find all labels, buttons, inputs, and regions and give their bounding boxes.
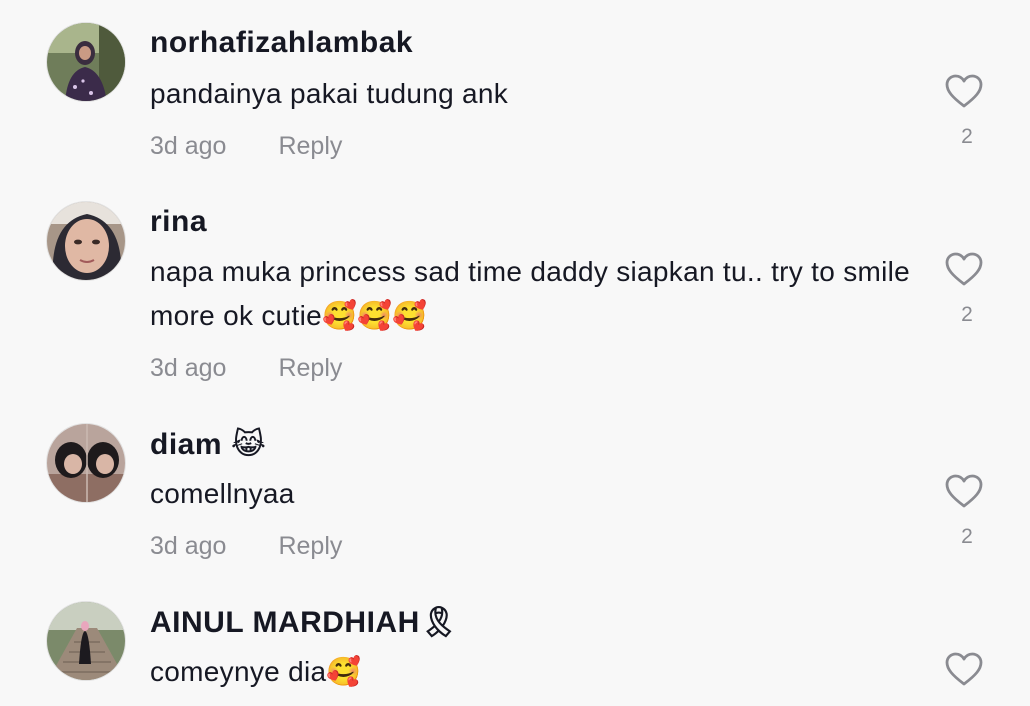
comment-text: pandainya pakai tudung ank: [150, 78, 509, 109]
comment-meta: 3d ago Reply: [150, 132, 342, 161]
avatar[interactable]: [46, 201, 126, 281]
reply-button[interactable]: Reply: [278, 354, 342, 382]
heart-outline-icon[interactable]: [944, 650, 984, 690]
avatar[interactable]: [46, 423, 126, 503]
comment-time: 3d ago: [150, 532, 227, 560]
like-count: 2: [961, 303, 973, 326]
heart-outline-icon[interactable]: [944, 250, 984, 290]
like-count: 2: [961, 125, 973, 148]
heart-outline-icon[interactable]: [944, 72, 984, 112]
avatar[interactable]: [46, 601, 126, 681]
comment-meta: 3d ago Reply: [150, 532, 342, 561]
reply-button[interactable]: Reply: [278, 532, 342, 560]
comment-text: napa muka princess sad time daddy siapka…: [150, 256, 911, 331]
heart-outline-icon[interactable]: [944, 472, 984, 512]
comment-text: comellnyaa: [150, 478, 295, 509]
comment-text: comeynye dia🥰: [150, 656, 362, 687]
comment-username[interactable]: diam 😹: [150, 427, 266, 462]
reply-button[interactable]: Reply: [278, 132, 342, 160]
like-count: 2: [961, 525, 973, 548]
comment-time: 3d ago: [150, 354, 227, 382]
comment-username[interactable]: norhafizahlambak: [150, 26, 413, 60]
comment-meta: 3d ago Reply: [150, 354, 342, 383]
comment-username[interactable]: rina: [150, 205, 207, 239]
avatar[interactable]: [46, 22, 126, 102]
comment-time: 3d ago: [150, 132, 227, 160]
comment-username[interactable]: AINUL MARDHIAH🎗: [150, 605, 458, 640]
